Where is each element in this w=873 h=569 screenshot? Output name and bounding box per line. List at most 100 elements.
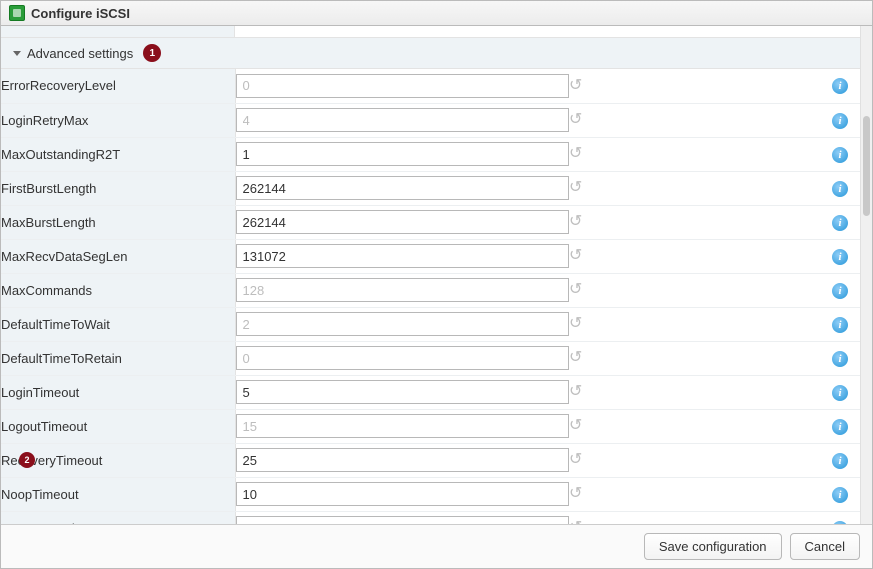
revert-icon[interactable]: ↻ [569,418,582,434]
cancel-button[interactable]: Cancel [790,533,860,560]
chevron-down-icon [13,51,21,56]
info-icon[interactable]: i [832,419,848,435]
param-input[interactable] [236,482,570,506]
param-input [236,312,570,336]
revert-cell: ↻ [569,375,609,409]
revert-icon[interactable]: ↻ [569,214,582,230]
param-label-cell: ErrorRecoveryLevel [1,69,235,103]
spacer-cell [609,273,820,307]
advanced-settings-header[interactable]: Advanced settings 1 [1,38,860,69]
param-input-cell [235,341,569,375]
param-input-cell [235,409,569,443]
info-cell: i [820,477,860,511]
info-cell: i [820,103,860,137]
spacer-cell [609,103,820,137]
info-cell: i [820,511,860,524]
param-label-cell: LoginTimeout [1,375,235,409]
vertical-scrollbar[interactable] [860,26,872,524]
revert-icon[interactable]: ↻ [569,520,582,524]
info-icon[interactable]: i [832,453,848,469]
revert-icon[interactable]: ↻ [569,452,582,468]
info-icon[interactable]: i [832,78,848,94]
param-input [236,346,570,370]
info-icon[interactable]: i [832,249,848,265]
info-icon[interactable]: i [832,113,848,129]
spacer-cell [609,375,820,409]
info-icon[interactable]: i [832,521,848,525]
param-label: MaxRecvDataSegLen [1,249,127,264]
param-input-cell [235,69,569,103]
info-cell: i [820,137,860,171]
revert-icon[interactable]: ↻ [569,112,582,128]
save-configuration-button[interactable]: Save configuration [644,533,782,560]
info-icon[interactable]: i [832,181,848,197]
spacer-cell [609,341,820,375]
param-label: DefaultTimeToWait [1,317,110,332]
spacer-cell [609,205,820,239]
revert-icon[interactable]: ↻ [569,282,582,298]
table-row: MaxCommands ↻ i [1,273,860,307]
param-label: NoopInterval [1,521,75,525]
info-cell: i [820,375,860,409]
param-input[interactable] [236,516,570,524]
param-input[interactable] [236,210,570,234]
info-cell: i [820,409,860,443]
info-icon[interactable]: i [832,147,848,163]
info-cell: i [820,443,860,477]
revert-cell: ↻ [569,443,609,477]
revert-icon[interactable]: ↻ [569,78,582,94]
param-input-cell [235,205,569,239]
param-label-cell: MaxRecvDataSegLen [1,239,235,273]
param-label: DefaultTimeToRetain [1,351,122,366]
spacer-cell [609,239,820,273]
param-label: LoginTimeout [1,385,79,400]
info-cell: i [820,273,860,307]
scrollbar-thumb[interactable] [863,116,870,216]
section-label: Advanced settings [27,46,133,61]
param-input-cell [235,375,569,409]
spacer-cell [609,443,820,477]
info-icon[interactable]: i [832,283,848,299]
info-icon[interactable]: i [832,215,848,231]
param-label: LogoutTimeout [1,419,87,434]
info-icon[interactable]: i [832,487,848,503]
spacer-cell [609,171,820,205]
param-label-cell: NoopTimeout [1,477,235,511]
param-input-cell [235,171,569,205]
spacer-cell [609,137,820,171]
info-icon[interactable]: i [832,317,848,333]
revert-icon[interactable]: ↻ [569,180,582,196]
param-input[interactable] [236,176,570,200]
param-input[interactable] [236,142,570,166]
param-input[interactable] [236,448,570,472]
revert-icon[interactable]: ↻ [569,316,582,332]
dialog-footer: Save configuration Cancel [1,524,872,568]
param-input [236,278,570,302]
info-cell: i [820,307,860,341]
table-row: NoopInterval ↻ i [1,511,860,524]
revert-cell: ↻ [569,103,609,137]
info-icon[interactable]: i [832,351,848,367]
param-input[interactable] [236,380,570,404]
table-row: LoginTimeout ↻ i [1,375,860,409]
revert-icon[interactable]: ↻ [569,248,582,264]
revert-cell: ↻ [569,205,609,239]
revert-cell: ↻ [569,171,609,205]
param-input[interactable] [236,244,570,268]
revert-icon[interactable]: ↻ [569,384,582,400]
section-badge: 1 [143,44,161,62]
param-label-cell: DefaultTimeToRetain [1,341,235,375]
revert-cell: ↻ [569,273,609,307]
table-row: NoopTimeout ↻ i [1,477,860,511]
param-label-cell: MaxBurstLength [1,205,235,239]
revert-icon[interactable]: ↻ [569,146,582,162]
param-input-cell [235,511,569,524]
revert-icon[interactable]: ↻ [569,486,582,502]
param-label: MaxCommands [1,283,92,298]
table-row: MaxOutstandingR2T↻i [1,137,860,171]
revert-cell: ↻ [569,341,609,375]
info-cell: i [820,341,860,375]
info-icon[interactable]: i [832,385,848,401]
revert-icon[interactable]: ↻ [569,350,582,366]
param-input-cell [235,273,569,307]
